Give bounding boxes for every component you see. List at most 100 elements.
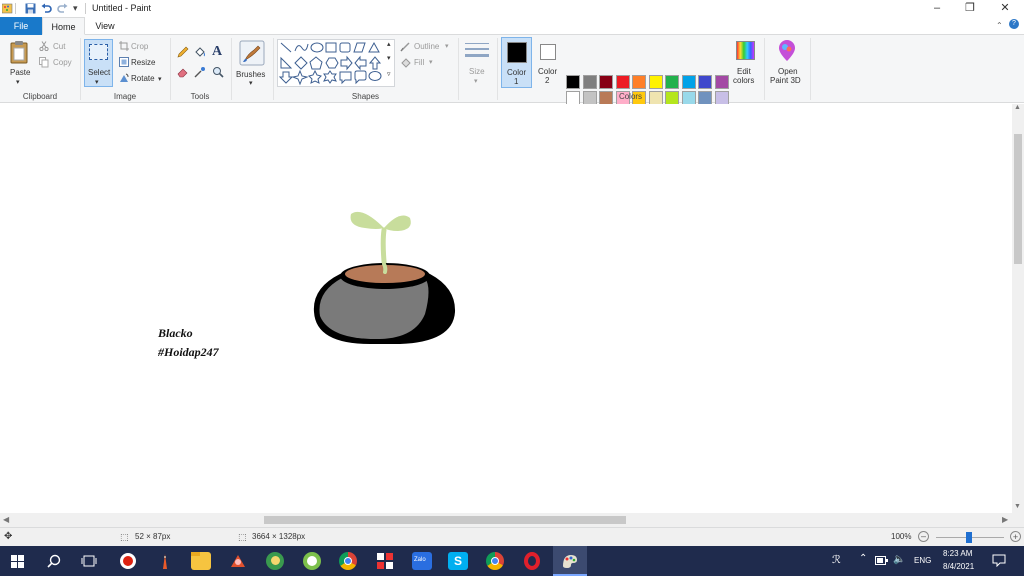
collapse-ribbon-icon[interactable]: ⌃ [996, 21, 1003, 30]
zoom-slider-thumb[interactable] [966, 532, 972, 543]
palette-swatch[interactable] [665, 75, 679, 89]
fill-bucket-icon[interactable] [194, 46, 206, 58]
paint3d-icon [779, 40, 795, 61]
skype-icon[interactable]: S [448, 552, 468, 570]
size-button[interactable]: Size ▾ [462, 38, 492, 88]
help-icon[interactable]: ? [1009, 19, 1019, 29]
palette-swatch[interactable] [681, 75, 696, 89]
tab-view[interactable]: View [85, 17, 125, 35]
tab-home[interactable]: Home [42, 17, 85, 35]
eraser-icon[interactable] [177, 66, 189, 78]
clock-date[interactable]: 8/4/2021 [943, 562, 974, 571]
rotate-dropdown-icon[interactable]: ▾ [158, 75, 162, 83]
rotate-icon [120, 73, 129, 82]
screen-recorder-icon[interactable] [118, 552, 138, 570]
pencil-icon[interactable] [177, 46, 189, 58]
zoom-out-button[interactable]: – [918, 531, 929, 542]
vertical-scrollbar[interactable]: ▲ ▼ [1012, 104, 1024, 513]
close-button[interactable]: ✕ [988, 0, 1022, 17]
shapes-scroll[interactable]: ▴ ▾ ▿ [386, 40, 394, 86]
image-group-label: Image [113, 92, 137, 101]
shapes-grid-icon [278, 41, 382, 86]
minimize-button[interactable]: – [920, 0, 954, 17]
input-language[interactable]: ENG [914, 556, 931, 565]
people-icon[interactable]: ℛ [832, 553, 841, 566]
shapes-scroll-down-icon[interactable]: ▾ [387, 54, 391, 62]
task-view-icon[interactable] [81, 555, 97, 567]
palette-swatch[interactable] [714, 75, 729, 89]
shapes-expand-icon[interactable]: ▿ [387, 70, 391, 78]
pencil-app-icon[interactable] [155, 552, 175, 570]
windows-start-icon[interactable] [11, 555, 24, 568]
brushes-button[interactable]: Brushes ▾ [235, 37, 269, 89]
shapes-scroll-up-icon[interactable]: ▴ [387, 40, 391, 48]
canvas[interactable]: Blacko #Hoidap247 [0, 104, 1012, 513]
resize-button[interactable]: Resize [131, 58, 155, 67]
search-icon[interactable] [47, 554, 61, 568]
palette-swatch[interactable] [566, 75, 580, 89]
paste-button[interactable]: Paste ▾ [4, 37, 34, 89]
scroll-left-icon[interactable]: ◀ [3, 515, 9, 524]
palette-swatch[interactable] [632, 75, 646, 89]
save-icon[interactable] [25, 3, 36, 14]
rotate-button[interactable]: Rotate [131, 74, 155, 83]
zoom-in-button[interactable]: + [1010, 531, 1021, 542]
shapes-gallery[interactable] [277, 39, 395, 87]
app-icon-grid[interactable] [375, 552, 395, 570]
copy-button[interactable]: Copy [53, 58, 72, 67]
opera-icon[interactable] [522, 552, 542, 570]
app-icon-green[interactable] [302, 552, 322, 570]
paint-app-icon[interactable] [2, 3, 13, 14]
cut-icon [39, 41, 49, 51]
palette-swatch[interactable] [698, 75, 712, 89]
fill-button[interactable]: Fill [414, 58, 424, 67]
text-tool-icon[interactable]: A [212, 44, 222, 60]
show-hidden-icons[interactable]: ⌃ [859, 553, 867, 564]
ribbon-tabs: File Home View ⌃ ? [0, 17, 1024, 35]
horizontal-scroll-thumb[interactable] [264, 516, 626, 524]
undo-icon[interactable] [41, 3, 52, 14]
chrome-icon[interactable] [338, 552, 358, 570]
select-button[interactable]: Select ▾ [84, 39, 113, 87]
scroll-down-icon[interactable]: ▼ [1014, 503, 1021, 510]
redo-icon[interactable] [57, 3, 68, 14]
palette-swatch[interactable] [582, 75, 597, 89]
edit-colors-button[interactable]: Edit colors [733, 37, 759, 88]
ribbon-divider [170, 38, 171, 100]
outline-dropdown-icon[interactable]: ▾ [445, 42, 449, 50]
image-size: 3664 × 1328px [252, 532, 306, 541]
app-icon-globe[interactable] [265, 552, 285, 570]
fill-dropdown-icon[interactable]: ▾ [429, 58, 433, 66]
tab-file[interactable]: File [0, 17, 42, 35]
paint-taskbar-button[interactable] [553, 546, 587, 576]
clock-time[interactable]: 8:23 AM [943, 549, 972, 558]
color2-button[interactable]: Color 2 [535, 37, 562, 88]
color-picker-icon[interactable] [194, 66, 206, 78]
magnifier-icon[interactable] [212, 66, 224, 78]
vertical-scroll-thumb[interactable] [1014, 134, 1022, 264]
outline-button[interactable]: Outline [414, 42, 439, 51]
color1-button[interactable]: Color 1 [501, 37, 532, 88]
palette-swatch[interactable] [648, 75, 663, 89]
cut-button[interactable]: Cut [53, 42, 65, 51]
chrome-icon-2[interactable] [485, 552, 505, 570]
horizontal-scrollbar[interactable]: ◀ ▶ [0, 513, 1012, 527]
resize-icon [119, 57, 129, 67]
window-title: Untitled - Paint [92, 3, 152, 13]
ribbon: Paste ▾ Cut Copy Clipboard Select ▾ Crop… [0, 35, 1024, 121]
battery-icon[interactable] [875, 556, 888, 565]
palette-swatch[interactable] [615, 75, 630, 89]
notifications-icon[interactable] [992, 554, 1006, 567]
app-icon-red[interactable] [228, 552, 248, 570]
crop-button[interactable]: Crop [131, 42, 148, 51]
scroll-up-icon[interactable]: ▲ [1014, 104, 1021, 111]
file-explorer-icon[interactable] [191, 552, 211, 570]
color2-number: 2 [545, 76, 550, 85]
volume-icon[interactable]: 🔈 [893, 554, 905, 565]
zalo-icon[interactable]: Zalo [412, 552, 432, 570]
palette-swatch[interactable] [599, 75, 613, 89]
restore-button[interactable]: ❐ [953, 0, 987, 17]
customize-qat-icon[interactable]: ▾ [73, 3, 78, 14]
scroll-right-icon[interactable]: ▶ [1002, 515, 1008, 524]
open-paint3d-button[interactable]: Open Paint 3D [768, 37, 806, 88]
